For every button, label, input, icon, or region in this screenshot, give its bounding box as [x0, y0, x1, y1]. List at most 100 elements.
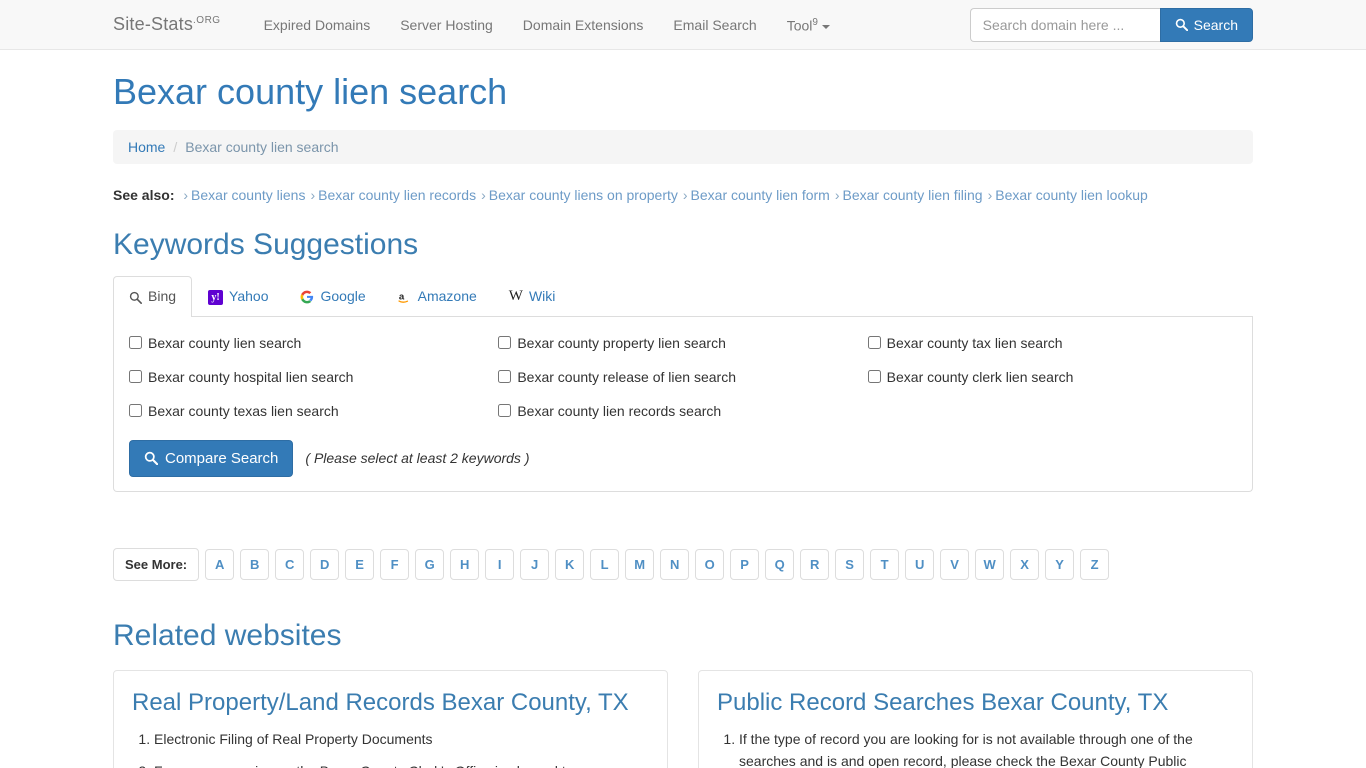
keyword-checkbox[interactable]: [129, 336, 142, 350]
see-also-chevron-icon: ›: [682, 186, 688, 203]
keyword-checkbox[interactable]: [867, 336, 881, 350]
tab-wiki[interactable]: W Wiki: [493, 275, 572, 317]
keyword-checkbox-item[interactable]: Bexar county texas lien search: [129, 403, 498, 420]
search-input[interactable]: [969, 7, 1160, 42]
alphabet-link-w[interactable]: W: [975, 548, 1005, 580]
see-also-link[interactable]: Bexar county lien form: [691, 187, 830, 203]
search-icon: [1175, 18, 1188, 31]
nav-dropdown-tool-count: 9: [812, 17, 818, 29]
related-website-title[interactable]: Public Record Searches Bexar County, TX: [717, 689, 1234, 718]
nav-link-domain-extensions[interactable]: Domain Extensions: [508, 0, 659, 50]
alphabet-link-j[interactable]: J: [520, 548, 550, 580]
brand-name: Site-Stats: [113, 14, 194, 34]
navbar-inner: Site-Stats.ORG Expired Domains Server Ho…: [113, 0, 1253, 50]
alphabet-link-b[interactable]: B: [240, 548, 270, 580]
tab-google[interactable]: Google: [284, 276, 381, 317]
alphabet-link-n[interactable]: N: [660, 548, 690, 580]
search-button-label: Search: [1193, 16, 1238, 33]
alphabet-link-o[interactable]: O: [695, 548, 725, 580]
navbar-search-form: Search: [969, 7, 1253, 42]
compare-row: Compare Search ( Please select at least …: [129, 439, 1237, 477]
keyword-label: Bexar county lien records search: [517, 402, 722, 419]
see-also-link[interactable]: Bexar county lien lookup: [995, 187, 1148, 203]
keyword-checkbox-item[interactable]: Bexar county clerk lien search: [867, 369, 1237, 386]
nav-link-server-hosting[interactable]: Server Hosting: [385, 0, 508, 50]
see-more-alphabet-bar: See More: A B C D E F G H I J K L M N O …: [113, 547, 1253, 581]
keywords-suggestions-title: Keywords Suggestions: [113, 227, 419, 261]
keyword-checkbox-item[interactable]: Bexar county lien records search: [498, 403, 867, 420]
alphabet-link-y[interactable]: Y: [1045, 548, 1075, 580]
alphabet-link-t[interactable]: T: [870, 548, 900, 580]
search-icon: [129, 291, 142, 304]
alphabet-link-c[interactable]: C: [275, 548, 305, 580]
keyword-label: Bexar county tax lien search: [886, 335, 1063, 352]
alphabet-link-f[interactable]: F: [380, 548, 410, 580]
keyword-checkbox[interactable]: [867, 370, 881, 384]
keyword-label: Bexar county lien search: [148, 335, 302, 352]
related-websites-cards: Real Property/Land Records Bexar County,…: [113, 669, 1253, 768]
keyword-checkbox[interactable]: [498, 403, 512, 417]
tab-yahoo[interactable]: y! Yahoo: [192, 276, 284, 317]
alphabet-link-p[interactable]: P: [730, 548, 760, 580]
keyword-checkbox[interactable]: [498, 370, 512, 384]
related-website-card: Public Record Searches Bexar County, TX …: [698, 669, 1253, 768]
alphabet-link-l[interactable]: L: [590, 548, 620, 580]
nav-link-email-search[interactable]: Email Search: [658, 0, 771, 50]
see-also-label: See also:: [113, 186, 175, 203]
keyword-checkbox-item[interactable]: Bexar county lien search: [129, 335, 498, 352]
breadcrumb-home[interactable]: Home: [128, 139, 165, 155]
alphabet-link-e[interactable]: E: [345, 548, 375, 580]
alphabet-link-r[interactable]: R: [800, 548, 830, 580]
alphabet-link-u[interactable]: U: [905, 548, 935, 580]
keyword-checkbox[interactable]: [498, 336, 512, 350]
keyword-suggestions-grid: Bexar county lien search Bexar county pr…: [129, 335, 1237, 419]
alphabet-link-v[interactable]: V: [940, 548, 970, 580]
alphabet-link-a[interactable]: A: [205, 548, 235, 580]
tab-amazone[interactable]: a Amazone: [382, 276, 493, 317]
keyword-checkbox-item[interactable]: Bexar county release of lien search: [498, 369, 867, 386]
tab-bing[interactable]: Bing: [113, 276, 193, 318]
alphabet-link-k[interactable]: K: [555, 548, 585, 580]
alphabet-link-s[interactable]: S: [835, 548, 865, 580]
alphabet-link-d[interactable]: D: [310, 548, 340, 580]
see-more-label: See More:: [113, 547, 200, 581]
nav-dropdown-tool-label: Tool: [786, 17, 813, 34]
tab-yahoo-label: Yahoo: [229, 288, 269, 305]
alphabet-link-q[interactable]: Q: [765, 548, 795, 580]
keyword-label: Bexar county texas lien search: [148, 402, 339, 419]
compare-search-label: Compare Search: [165, 449, 279, 467]
nav-link-expired-domains[interactable]: Expired Domains: [249, 0, 386, 50]
tab-amazone-label: Amazone: [417, 288, 477, 305]
see-also-chevron-icon: ›: [834, 186, 840, 203]
site-logo[interactable]: Site-Stats.ORG: [113, 14, 221, 35]
keyword-label: Bexar county hospital lien search: [148, 369, 354, 386]
yahoo-icon: y!: [208, 289, 224, 305]
keyword-label: Bexar county property lien search: [517, 335, 726, 352]
search-button[interactable]: Search: [1159, 7, 1253, 42]
keyword-label: Bexar county release of lien search: [517, 369, 737, 386]
alphabet-link-g[interactable]: G: [415, 548, 445, 580]
alphabet-link-x[interactable]: X: [1010, 548, 1040, 580]
tab-bing-label: Bing: [148, 288, 177, 305]
see-also-chevron-icon: ›: [183, 186, 189, 203]
see-also-link[interactable]: Bexar county liens: [191, 187, 305, 203]
compare-hint-text: ( Please select at least 2 keywords ): [305, 450, 530, 467]
keyword-checkbox-item[interactable]: Bexar county tax lien search: [867, 335, 1237, 352]
alphabet-link-z[interactable]: Z: [1080, 548, 1110, 580]
related-website-title[interactable]: Real Property/Land Records Bexar County,…: [132, 689, 649, 718]
related-website-card: Real Property/Land Records Bexar County,…: [113, 669, 668, 768]
see-also-link[interactable]: Bexar county lien filing: [843, 187, 983, 203]
keyword-checkbox[interactable]: [129, 403, 142, 417]
see-also-link[interactable]: Bexar county lien records: [318, 187, 476, 203]
alphabet-link-h[interactable]: H: [450, 548, 480, 580]
see-also-link[interactable]: Bexar county liens on property: [489, 187, 678, 203]
keyword-checkbox-item[interactable]: Bexar county hospital lien search: [129, 369, 498, 386]
nav-dropdown-tool[interactable]: Tool9: [772, 0, 845, 51]
keyword-checkbox[interactable]: [129, 370, 142, 384]
see-also-row: See also: › Bexar county liens › Bexar coun…: [113, 184, 1253, 206]
alphabet-link-m[interactable]: M: [625, 548, 655, 580]
keyword-checkbox-item[interactable]: Bexar county property lien search: [498, 335, 867, 352]
compare-search-button[interactable]: Compare Search: [129, 439, 294, 477]
related-websites-title: Related websites: [113, 618, 342, 652]
alphabet-link-i[interactable]: I: [485, 548, 515, 580]
